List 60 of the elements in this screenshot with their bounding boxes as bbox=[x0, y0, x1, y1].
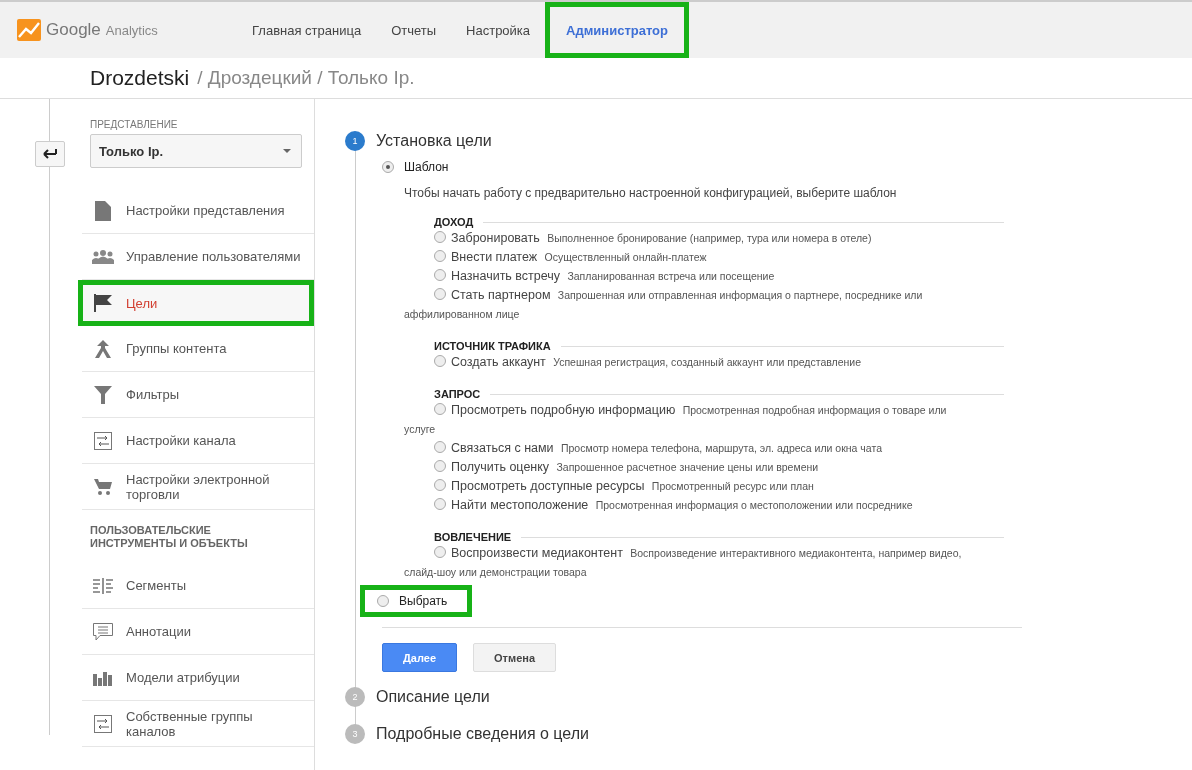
group-heading: ЗАПРОС bbox=[434, 388, 481, 400]
logo-brand: Google bbox=[46, 20, 101, 40]
cancel-button[interactable]: Отмена bbox=[473, 643, 556, 672]
nav-tab[interactable]: Отчеты bbox=[376, 2, 452, 58]
back-arrow-icon bbox=[43, 149, 57, 159]
goal-option[interactable]: Создать аккаунт Успешная регистрация, созданный аккаунт или представление bbox=[404, 353, 979, 372]
sidebar-item[interactable]: Модели атрибуции bbox=[82, 655, 314, 702]
group-heading: ИСТОЧНИК ТРАФИКА bbox=[434, 340, 551, 352]
goal-option[interactable]: Назначить встречу Запланированная встреча или посещение bbox=[404, 267, 979, 286]
goal-option[interactable]: Связаться с нами Просмотр номера телефона, маршрута, эл. адреса или окна чата bbox=[404, 439, 979, 458]
hint-text: Чтобы начать работу с предварительно настроенной конфигурацией, выберите шаблон bbox=[404, 186, 898, 200]
logo-product: Analytics bbox=[105, 22, 158, 38]
step-title: Описание цели bbox=[376, 688, 490, 706]
channel-arrows-icon bbox=[92, 431, 114, 450]
group-heading: ВОВЛЕЧЕНИЕ bbox=[434, 531, 512, 543]
speech-bubble-icon bbox=[92, 622, 114, 641]
goal-option[interactable]: Внести платеж Осуществленный онлайн-платеж bbox=[404, 248, 979, 267]
step-title: Подробные сведения о цели bbox=[376, 725, 589, 743]
cart-icon bbox=[92, 478, 114, 495]
nav-tab[interactable]: Главная страница bbox=[237, 2, 377, 58]
goal-option[interactable]: Забронировать Выполненное бронирование (например, тура или номера в отеле) bbox=[404, 229, 979, 248]
account-name: Drozdetski bbox=[90, 66, 190, 90]
view-dropdown[interactable]: Только Ip. bbox=[90, 134, 302, 168]
bar-chart-icon bbox=[92, 669, 114, 686]
template-option[interactable]: Шаблон bbox=[382, 160, 449, 174]
nav-tab[interactable]: Администратор bbox=[545, 2, 689, 58]
merge-arrows-icon bbox=[92, 339, 114, 358]
step-number: 1 bbox=[345, 131, 365, 151]
sidebar-item[interactable]: Настройки электронной торговли bbox=[82, 464, 314, 510]
analytics-logo-icon bbox=[17, 19, 41, 41]
breadcrumb-path: / Дроздецкий / Только Ip. bbox=[197, 67, 415, 89]
goal-option[interactable]: Получить оценку Запрошенное расчетное значение цены или времени bbox=[404, 458, 979, 477]
sidebar-item[interactable]: Сегменты bbox=[82, 563, 314, 610]
goal-option[interactable]: Стать партнером Запрошенная или отправленная информация о партнере, посреднике или аффилированном лице bbox=[404, 286, 979, 324]
sidebar-item[interactable]: Фильтры bbox=[82, 372, 314, 418]
sidebar-item[interactable]: Настройки канала bbox=[82, 418, 314, 464]
dropdown-caret-icon bbox=[283, 149, 291, 153]
custom-option[interactable]: Выбрать bbox=[360, 585, 473, 617]
nav-tab[interactable]: Настройка bbox=[451, 2, 546, 58]
step-number: 2 bbox=[345, 687, 365, 707]
document-icon bbox=[92, 200, 114, 221]
sidebar-item[interactable]: Группы контента bbox=[82, 326, 314, 372]
goal-option[interactable]: Просмотреть доступные ресурсы Просмотренный ресурс или план bbox=[404, 477, 979, 496]
goal-option[interactable]: Воспроизвести медиаконтент Воспроизведение интерактивного медиаконтента, например видео, слайд-шоу или демонстрации товара bbox=[404, 544, 979, 582]
back-button[interactable] bbox=[35, 141, 65, 167]
filter-icon bbox=[92, 385, 114, 404]
view-label: ПРЕДСТАВЛЕНИЕ bbox=[90, 119, 179, 130]
channel-arrows-icon bbox=[92, 714, 114, 733]
people-icon bbox=[92, 249, 114, 264]
section-heading: ПОЛЬЗОВАТЕЛЬСКИЕ ИНСТРУМЕНТЫ И ОБЪЕКТЫ bbox=[89, 523, 249, 551]
step-number: 3 bbox=[345, 724, 365, 744]
sidebar-item[interactable]: Собственные группы каналов bbox=[82, 701, 314, 748]
segments-icon bbox=[92, 577, 114, 594]
goal-option[interactable]: Просмотреть подробную информацию Просмотренная подробная информация о товаре или услуге bbox=[404, 401, 979, 439]
step-title: Установка цели bbox=[376, 132, 492, 150]
sidebar-item[interactable]: Аннотации bbox=[82, 609, 314, 656]
group-heading: ДОХОД bbox=[434, 216, 474, 228]
flag-icon bbox=[92, 294, 114, 312]
goal-option[interactable]: Найти местоположение Просмотренная информация о местоположении или посреднике bbox=[404, 496, 979, 515]
sidebar-item[interactable]: Настройки представления bbox=[82, 188, 314, 234]
